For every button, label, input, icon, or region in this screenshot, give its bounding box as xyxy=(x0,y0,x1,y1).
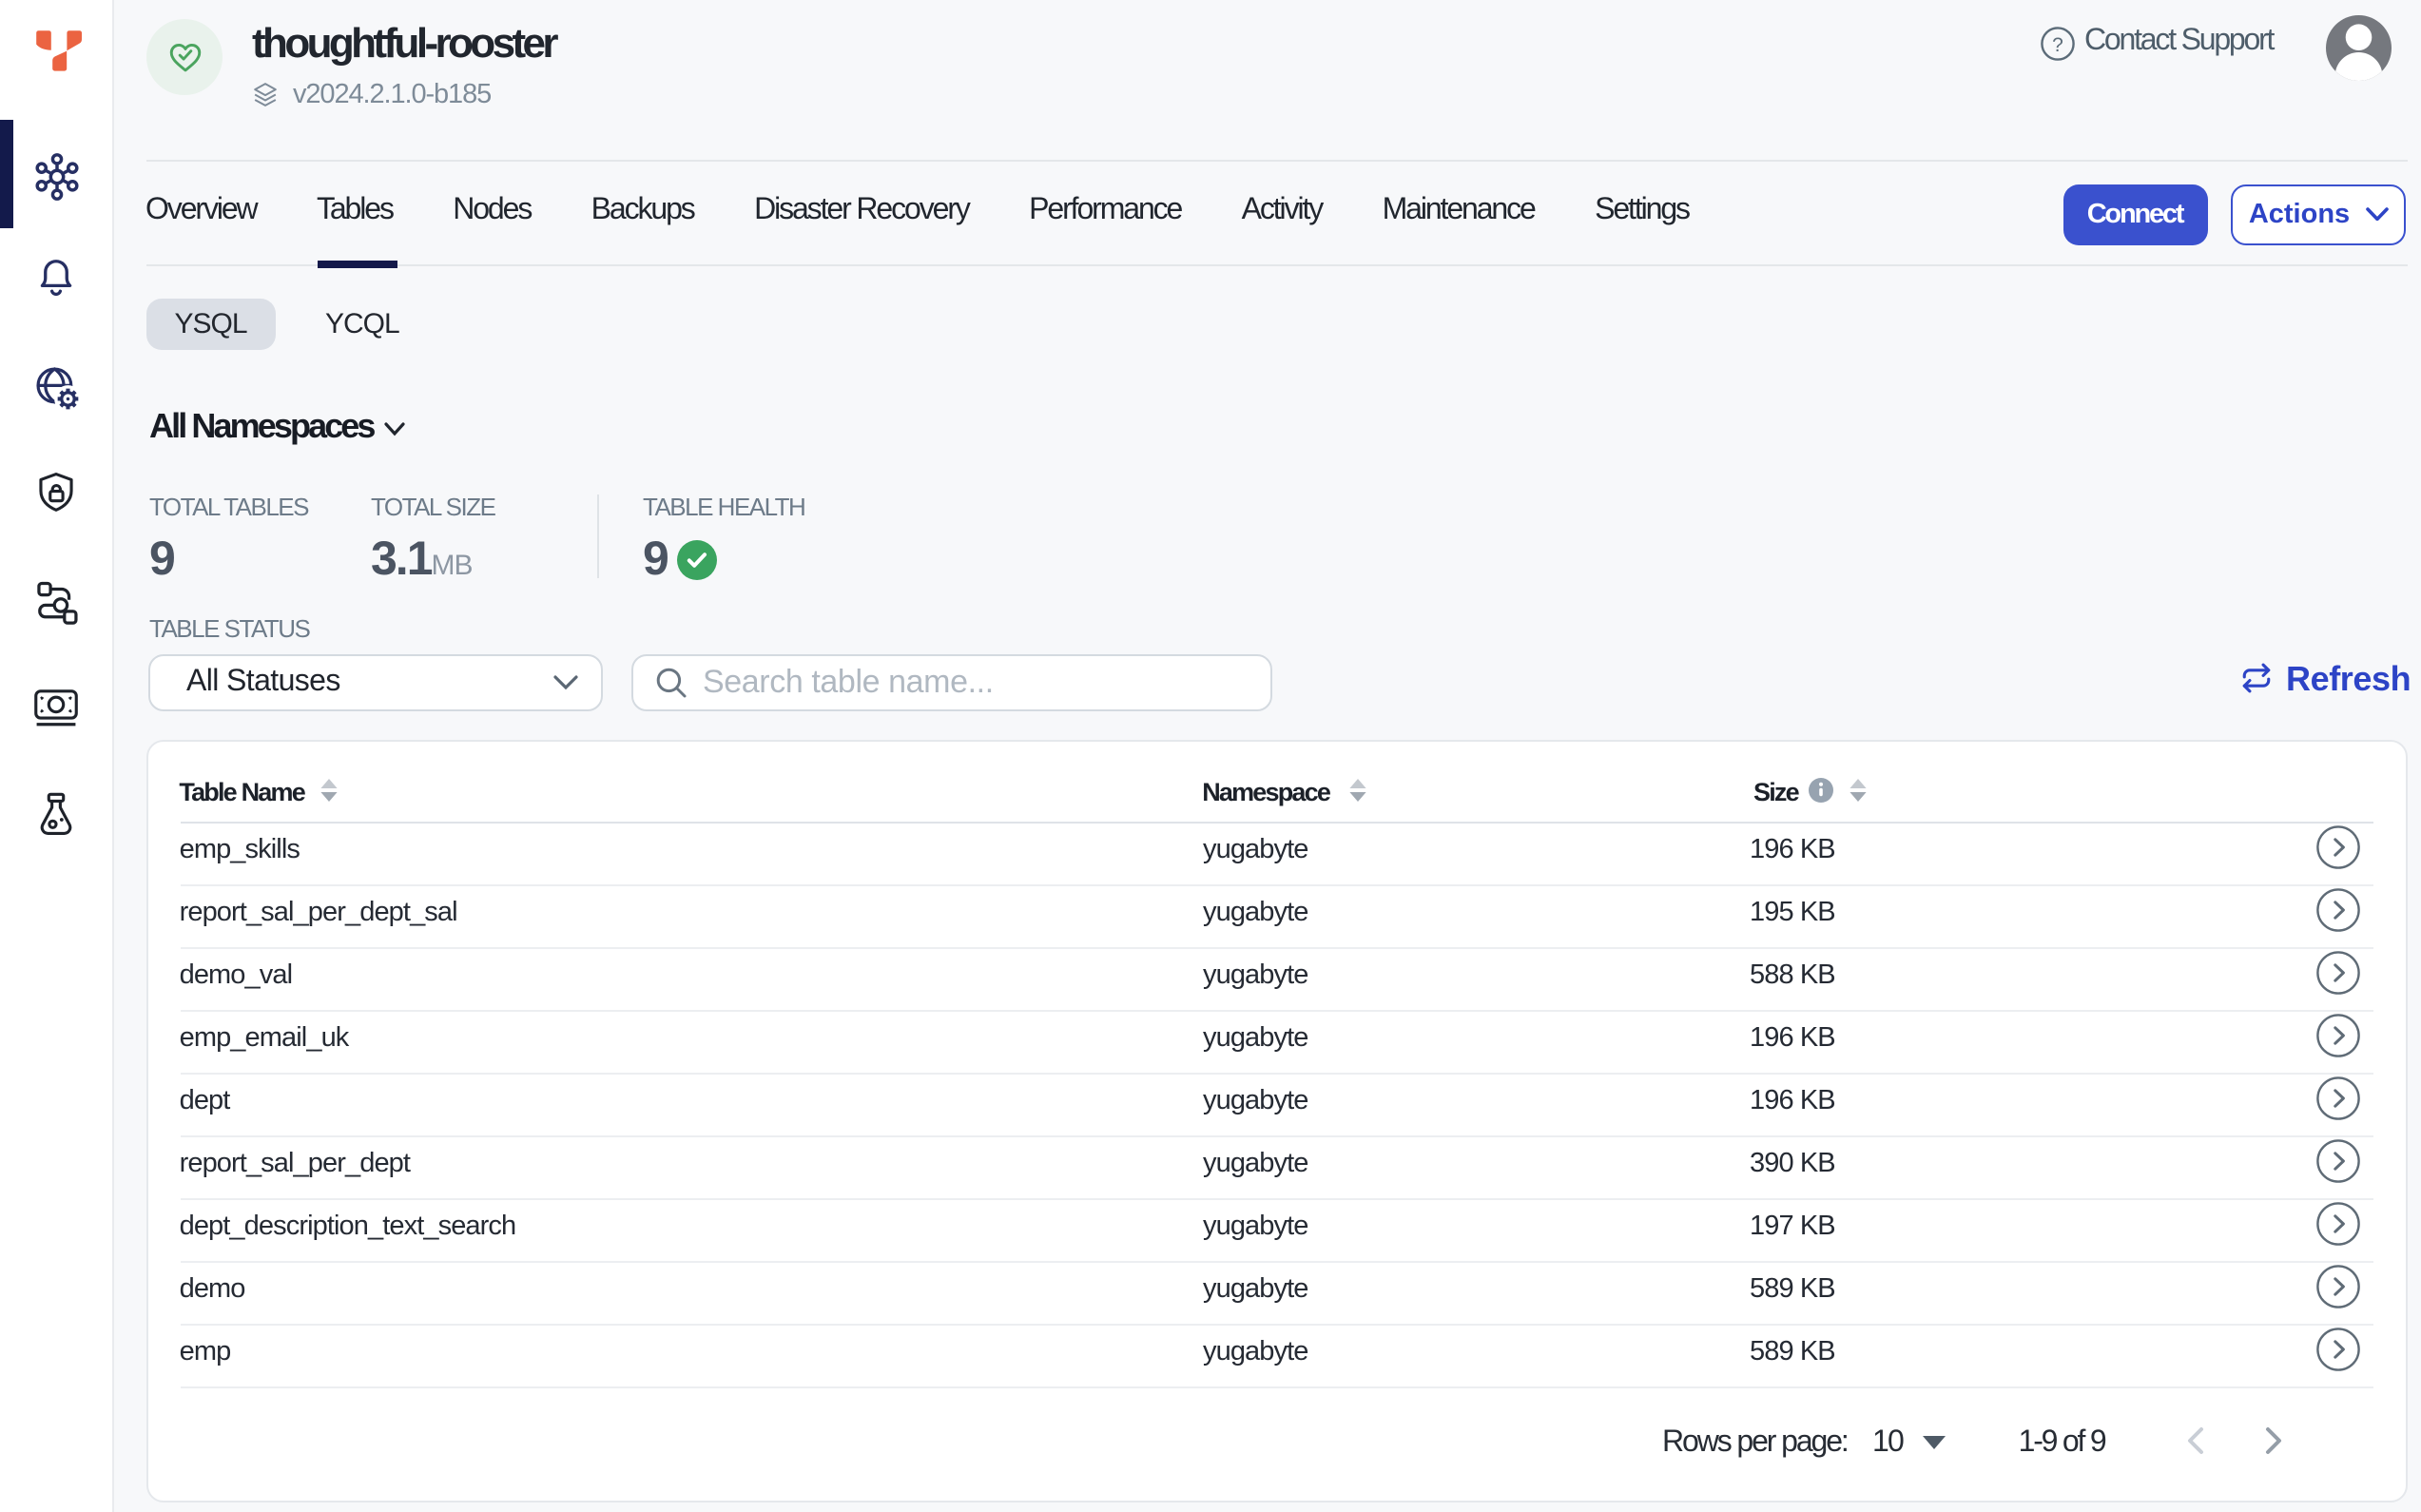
svg-text:?: ? xyxy=(2051,34,2063,56)
